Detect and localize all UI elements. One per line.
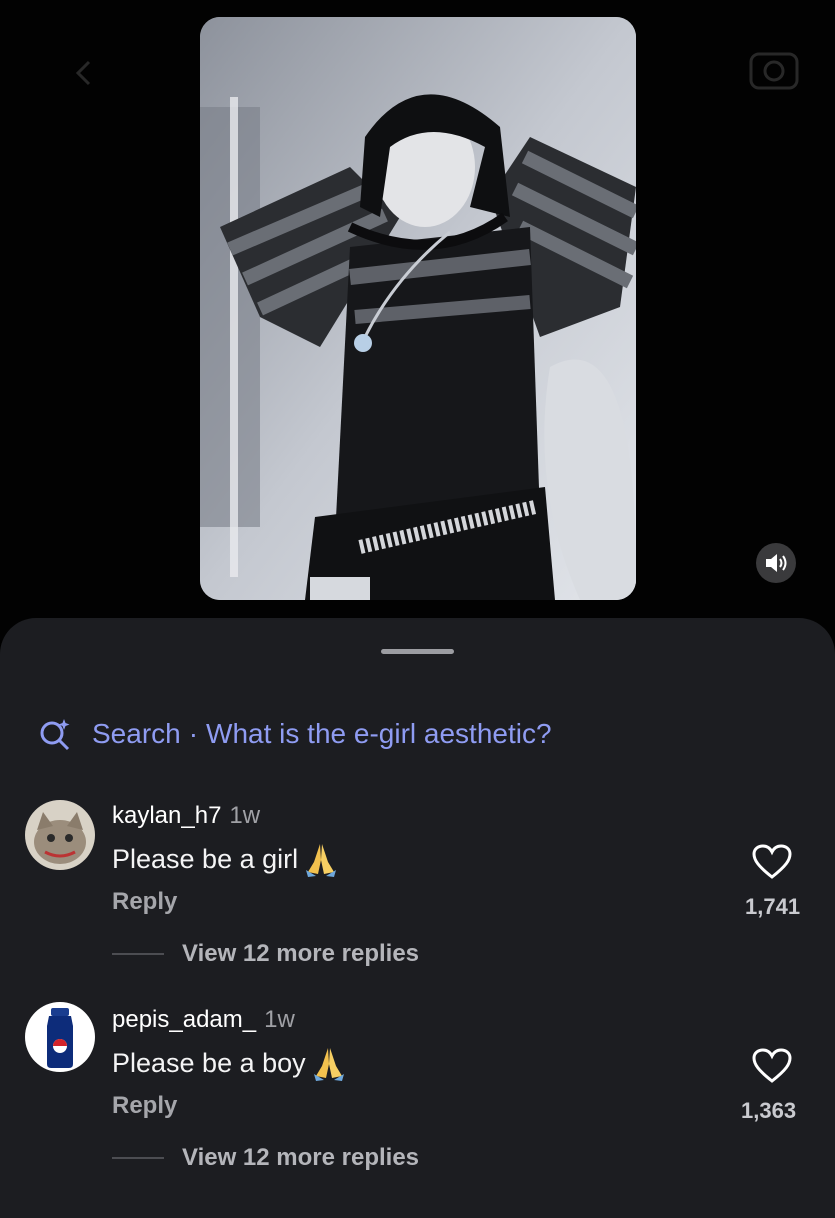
search-separator: ·: [188, 718, 199, 749]
view-replies-label: View 12 more replies: [182, 940, 420, 967]
video-thumbnail[interactable]: [200, 17, 636, 600]
like-count: 1,363: [741, 1098, 797, 1123]
comment-body: Please be a girl: [112, 843, 299, 874]
reply-button[interactable]: Reply: [112, 888, 177, 916]
divider: [112, 953, 164, 955]
view-replies-button[interactable]: View 12 more replies: [112, 940, 419, 968]
search-suggestion[interactable]: Search · What is the e-girl aesthetic?: [38, 716, 552, 752]
heart-icon[interactable]: [752, 1048, 792, 1084]
divider: [112, 1157, 164, 1159]
comment-time: 1w: [229, 802, 261, 829]
comment-time: 1w: [264, 1006, 295, 1033]
heart-icon[interactable]: [752, 844, 792, 880]
drag-handle[interactable]: [381, 649, 454, 654]
reply-button[interactable]: Reply: [112, 1092, 177, 1120]
camera-icon[interactable]: [748, 48, 800, 92]
comment-item: pepis_adam_ 1w Please be a boy Reply 1,36…: [0, 1002, 835, 1192]
comment-text: Please be a girl: [112, 840, 340, 878]
search-query: What is the e-girl aesthetic?: [206, 718, 552, 749]
comment-username[interactable]: kaylan_h7 1w: [112, 802, 260, 830]
comment-username[interactable]: pepis_adam_ 1w: [112, 1006, 295, 1034]
comment-body: Please be a boy: [112, 1047, 306, 1078]
like-count: 1,741: [745, 894, 801, 919]
sparkle-search-icon: [40, 719, 70, 751]
search-label: Search: [92, 718, 181, 749]
view-replies-label: View 12 more replies: [182, 1144, 420, 1171]
speaker-on-icon: [766, 554, 787, 572]
comment-item: kaylan_h7 1w Please be a girl Reply 1,741…: [0, 798, 835, 988]
comment-text: Please be a boy: [112, 1044, 348, 1082]
chevron-left-icon[interactable]: [70, 58, 100, 88]
username-text: pepis_adam_: [112, 1006, 257, 1033]
folded-hands-icon: [306, 844, 337, 877]
folded-hands-icon: [313, 1048, 344, 1081]
username-text: kaylan_h7: [112, 802, 222, 829]
view-replies-button[interactable]: View 12 more replies: [112, 1144, 419, 1172]
video-area: [0, 0, 835, 640]
avatar[interactable]: [25, 1002, 95, 1072]
avatar[interactable]: [25, 800, 95, 870]
sound-toggle-button[interactable]: [756, 543, 796, 583]
comments-sheet: Search · What is the e-girl aesthetic? k…: [0, 618, 835, 1218]
